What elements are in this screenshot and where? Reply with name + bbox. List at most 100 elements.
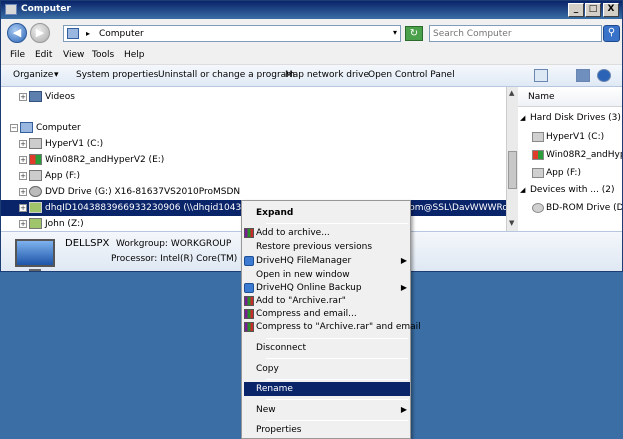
maximize-button[interactable]: □ — [585, 3, 601, 17]
command-bar: Organize ▾ System properties Uninstall o… — [1, 65, 622, 87]
bd-rom-icon — [532, 203, 544, 213]
menu-item-label: Copy — [256, 364, 279, 374]
address-bar[interactable]: ▸ Computer ▾ — [63, 25, 401, 42]
menu-item-label: Add to archive... — [256, 228, 330, 238]
network-drive-icon — [29, 218, 42, 229]
help-icon[interactable] — [597, 69, 611, 82]
content-pane: Name ◢ Hard Disk Drives (3) HyperV1 (C:)… — [518, 87, 622, 231]
tree-label: Win08R2_andHyperV2 (E:) — [45, 155, 165, 165]
menu-item-label: Compress and email... — [256, 309, 357, 319]
group-devices[interactable]: Devices with ... (2) — [530, 185, 614, 195]
preview-pane-icon[interactable] — [576, 69, 590, 82]
column-header-name[interactable]: Name — [518, 87, 622, 107]
expand-icon[interactable]: + — [19, 220, 27, 228]
tree-label: App (F:) — [45, 171, 80, 181]
tree-item-videos[interactable]: + Videos — [1, 89, 506, 105]
menu-item-open-new-window[interactable]: Open in new window — [244, 268, 410, 282]
expand-icon[interactable]: + — [19, 140, 27, 148]
item-bd-rom[interactable]: BD-ROM Drive (D:) — [546, 203, 622, 213]
organize-button[interactable]: Organize — [13, 70, 53, 80]
menu-view[interactable]: View — [63, 50, 84, 60]
menu-item-properties[interactable]: Properties — [244, 423, 410, 437]
drive-icon — [29, 138, 42, 149]
map-network-drive-button[interactable]: Map network drive — [285, 70, 369, 80]
tree-label: DVD Drive (G:) X16-81637VS2010ProMSDN — [45, 187, 241, 197]
minimize-button[interactable]: _ — [568, 3, 584, 17]
search-icon[interactable]: ⚲ — [603, 25, 620, 42]
menu-item-compress-email[interactable]: Compress and email... — [244, 307, 410, 321]
group-hard-disk-drives[interactable]: Hard Disk Drives (3) — [530, 113, 621, 123]
workgroup-text: Workgroup: WORKGROUP — [116, 239, 232, 249]
menu-item-restore[interactable]: Restore previous versions — [244, 240, 410, 254]
menu-file[interactable]: File — [10, 50, 25, 60]
collapse-group-icon[interactable]: ◢ — [520, 114, 525, 122]
menu-item-new[interactable]: New ▶ — [244, 403, 410, 417]
expand-icon[interactable]: + — [19, 172, 27, 180]
tree-item-dvd[interactable]: + DVD Drive (G:) X16-81637VS2010ProMSDN — [1, 184, 506, 200]
winrar-icon — [244, 296, 254, 306]
context-menu: Expand Add to archive... Restore previou… — [241, 200, 421, 439]
collapse-icon[interactable]: − — [10, 124, 18, 132]
system-properties-button[interactable]: System properties — [76, 70, 158, 80]
forward-button[interactable]: ▶ — [30, 23, 50, 43]
tree-item-win08[interactable]: + Win08R2_andHyperV2 (E:) — [1, 152, 506, 168]
item-hyperv[interactable]: HyperV1 (C:) — [546, 132, 604, 142]
windows-drive-icon — [532, 150, 544, 160]
breadcrumb-separator[interactable]: ▸ — [86, 29, 90, 38]
back-button[interactable]: ◀ — [7, 23, 27, 43]
menu-item-label: Add to "Archive.rar" — [256, 296, 346, 306]
tree-item-hyperv[interactable]: + HyperV1 (C:) — [1, 136, 506, 152]
menu-item-label: Rename — [256, 384, 293, 394]
item-win08[interactable]: Win08R2_andHyperV2 (E:) — [546, 150, 622, 160]
view-options-icon[interactable] — [534, 69, 548, 82]
menu-item-label: Compress to "Archive.rar" and email — [256, 322, 421, 332]
search-box[interactable] — [429, 25, 602, 42]
menu-tools[interactable]: Tools — [92, 50, 114, 60]
search-input[interactable] — [433, 27, 593, 41]
menu-item-add-rar[interactable]: Add to "Archive.rar" — [244, 294, 410, 308]
menu-item-compress-rar-email[interactable]: Compress to "Archive.rar" and email — [244, 320, 421, 334]
expand-icon[interactable]: + — [19, 188, 27, 196]
videos-icon — [29, 91, 42, 102]
refresh-icon[interactable]: ↻ — [405, 26, 423, 41]
menu-help[interactable]: Help — [124, 50, 145, 60]
menu-item-add-archive[interactable]: Add to archive... — [244, 226, 410, 240]
menu-separator — [266, 338, 408, 339]
network-drive-icon — [29, 202, 42, 213]
breadcrumb-computer[interactable]: Computer — [99, 29, 144, 39]
expand-icon[interactable]: + — [19, 93, 27, 101]
menu-item-rename[interactable]: Rename — [244, 382, 410, 396]
scroll-up-icon[interactable]: ▲ — [509, 89, 514, 97]
scroll-thumb[interactable] — [508, 151, 517, 189]
close-button[interactable]: X — [603, 3, 619, 17]
submenu-arrow-icon: ▶ — [400, 405, 407, 414]
menu-bar: File Edit View Tools Help — [1, 47, 622, 65]
expand-icon[interactable]: + — [19, 204, 27, 212]
submenu-arrow-icon: ▶ — [400, 256, 407, 265]
menu-item-expand[interactable]: Expand — [244, 206, 410, 220]
expand-icon[interactable]: + — [19, 156, 27, 164]
chevron-down-icon[interactable]: ▾ — [54, 70, 59, 80]
scroll-down-icon[interactable]: ▼ — [509, 219, 514, 227]
title-bar[interactable]: Computer _ □ X — [1, 1, 622, 19]
menu-separator — [266, 358, 408, 359]
uninstall-program-button[interactable]: Uninstall or change a program — [158, 70, 295, 80]
menu-item-online-backup[interactable]: DriveHQ Online Backup ▶ — [244, 281, 410, 295]
menu-item-disconnect[interactable]: Disconnect — [244, 341, 410, 355]
menu-item-label: Restore previous versions — [256, 242, 373, 252]
menu-item-copy[interactable]: Copy — [244, 362, 410, 376]
menu-item-filemanager[interactable]: DriveHQ FileManager ▶ — [244, 254, 410, 268]
windows-drive-icon — [29, 154, 42, 165]
menu-edit[interactable]: Edit — [35, 50, 52, 60]
computer-icon — [5, 4, 17, 15]
tree-item-computer[interactable]: − Computer — [1, 120, 506, 136]
menu-separator — [266, 420, 408, 421]
chevron-down-icon[interactable]: ▾ — [393, 28, 397, 37]
menu-item-label: New — [256, 405, 276, 415]
tree-item-app[interactable]: + App (F:) — [1, 168, 506, 184]
item-app[interactable]: App (F:) — [546, 168, 581, 178]
tree-scrollbar[interactable]: ▲ ▼ — [506, 87, 518, 231]
winrar-icon — [244, 228, 254, 238]
open-control-panel-button[interactable]: Open Control Panel — [368, 70, 455, 80]
collapse-group-icon[interactable]: ◢ — [520, 186, 525, 194]
